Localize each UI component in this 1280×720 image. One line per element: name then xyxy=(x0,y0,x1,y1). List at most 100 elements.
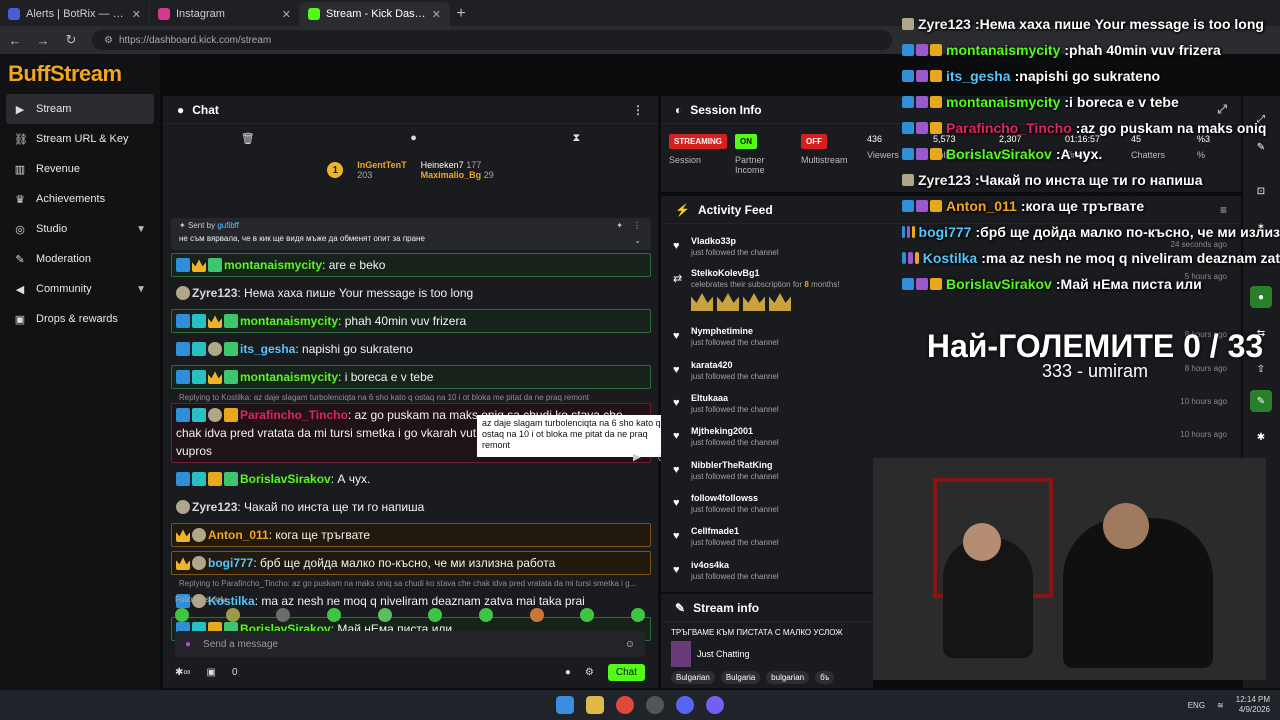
new-tab-button[interactable]: + xyxy=(450,2,472,26)
status-badge[interactable]: ON xyxy=(735,134,757,149)
sidebar-item-community[interactable]: ◀ Community ▼ xyxy=(0,274,160,304)
wrench-action-icon[interactable]: ✎ xyxy=(1250,390,1272,412)
sidebar-item-revenue[interactable]: ▥ Revenue xyxy=(0,154,160,184)
close-tab-icon[interactable]: ✕ xyxy=(132,8,141,21)
file-explorer-icon[interactable] xyxy=(586,696,604,714)
close-tab-icon[interactable]: ✕ xyxy=(432,8,441,21)
user-badge-icon xyxy=(192,556,206,570)
emote-icon[interactable] xyxy=(175,608,189,622)
reload-icon[interactable]: ↻ xyxy=(64,32,78,48)
language-indicator[interactable]: ENG xyxy=(1188,701,1205,710)
back-icon[interactable]: ← xyxy=(8,33,22,48)
hourglass-icon[interactable]: ⧗ xyxy=(572,132,580,145)
sidebar-item-drops-rewards[interactable]: ▣ Drops & rewards xyxy=(0,304,160,334)
browser-tab-botrix[interactable]: Alerts | BotRix — Cloud Stream ✕ xyxy=(0,2,150,26)
leader-name[interactable]: Maximalio_Bg xyxy=(421,170,482,180)
site-info-icon[interactable]: ⚙ xyxy=(104,35,113,46)
sidebar-item-studio[interactable]: ◎ Studio ▼ xyxy=(0,214,160,244)
chat-message[interactable]: Anton_011: кога ще тръгвате xyxy=(171,523,651,547)
activity-months: 8 xyxy=(804,280,809,289)
activity-item[interactable]: ♥ Eltukaaa just followed the channel 10 hou… xyxy=(671,393,1231,414)
viber-icon[interactable] xyxy=(706,696,724,714)
leader-name[interactable]: Heineken7 xyxy=(421,160,464,170)
user-badge-icon xyxy=(902,278,914,290)
chat-send-input[interactable]: ● Send a message ☺ xyxy=(175,631,645,657)
emote-icon[interactable] xyxy=(580,608,595,622)
status-badge[interactable]: STREAMING xyxy=(669,134,727,149)
gear-icon[interactable]: ⚙ xyxy=(585,667,594,678)
emote-icon[interactable] xyxy=(630,608,645,622)
chat-message[interactable]: Zyre123: Нема хаха пише Your message is … xyxy=(171,281,651,305)
activity-item[interactable]: ♥ Mjtheking2001 just followed the channel 1… xyxy=(671,426,1231,447)
emote-icon[interactable] xyxy=(529,608,544,622)
chat-send-button[interactable]: Chat xyxy=(607,663,645,681)
chat-message[interactable]: montanaismycity: are e beko xyxy=(171,253,651,277)
expand-chevron-icon[interactable]: ⌄ xyxy=(634,236,641,245)
browser-tab-kick[interactable]: Stream - Kick Dashboard ✕ xyxy=(300,2,450,26)
chat-username[interactable]: BorislavSirakov xyxy=(240,472,331,486)
stream-title[interactable]: ТРЪГВАМЕ КЪМ ПИСТАТА С МАЛКО УСЛОЖ xyxy=(661,622,873,637)
emoji-icon[interactable]: ☺ xyxy=(625,639,635,650)
chat-username[interactable]: Zyre123 xyxy=(192,286,237,300)
chat-text: Чакай по инста ще ти го напиша xyxy=(244,500,425,514)
chat-message[interactable]: montanaismycity: i boreca e v tebe xyxy=(171,365,651,389)
chat-username[interactable]: Anton_011 xyxy=(208,528,269,542)
emote-icon[interactable] xyxy=(428,608,443,622)
chat-username[interactable]: bogi777 xyxy=(208,556,253,570)
stream-tag[interactable]: бъ xyxy=(815,671,835,684)
obs-icon[interactable] xyxy=(646,696,664,714)
more-options-icon[interactable]: ⋮ xyxy=(632,103,644,117)
sidebar-item-moderation[interactable]: ✎ Moderation xyxy=(0,244,160,274)
emote-icon[interactable] xyxy=(377,608,392,622)
activity-username[interactable]: Eltukaaa xyxy=(671,393,1231,403)
pinned-more-icon[interactable]: ⋮ xyxy=(633,221,641,230)
forward-icon[interactable]: → xyxy=(36,33,50,48)
chat-message[interactable]: bogi777: брб ще дойда малко по-късно, че… xyxy=(171,551,651,575)
leader-name[interactable]: InGentTenT xyxy=(357,160,406,170)
stream-tag[interactable]: Bulgaria xyxy=(720,671,761,684)
chat-message[interactable]: BorislavSirakov: А чух. xyxy=(171,467,651,491)
stream-category[interactable]: Just Chatting xyxy=(661,637,873,671)
browser-tab-instagram[interactable]: Instagram ✕ xyxy=(150,2,300,26)
sidebar-item-stream-url-key[interactable]: ⛓ Stream URL & Key xyxy=(0,124,160,154)
close-tab-icon[interactable]: ✕ xyxy=(282,8,291,21)
activity-username[interactable]: Mjtheking2001 xyxy=(671,426,1231,436)
clock[interactable]: 12:14 PM 4/9/2026 xyxy=(1236,695,1270,715)
stream-tag[interactable]: bulgarian xyxy=(766,671,810,684)
chat-username[interactable]: Zyre123 xyxy=(192,500,237,514)
infinity-icon[interactable]: ✱∞ xyxy=(175,667,191,678)
ticket-icon[interactable]: ▣ xyxy=(207,667,216,678)
chat-username[interactable]: Parafincho_Tincho xyxy=(240,408,348,422)
chat-message[interactable]: montanaismycity: phah 40min vuv frizera xyxy=(171,309,651,333)
microphone-icon[interactable]: ● xyxy=(185,639,191,650)
chat-settings-icon[interactable]: ● xyxy=(565,667,571,678)
chrome-icon[interactable] xyxy=(616,696,634,714)
sidebar-item-stream[interactable]: ▶ Stream xyxy=(6,94,154,124)
windows-start-icon[interactable] xyxy=(556,696,574,714)
emote-icon[interactable] xyxy=(326,608,341,622)
trash-icon[interactable]: 🗑 xyxy=(241,132,255,145)
chat-username[interactable]: montanaismycity xyxy=(240,370,338,384)
status-badge[interactable]: OFF xyxy=(801,134,827,149)
unpin-icon[interactable]: ✦ xyxy=(616,221,623,230)
settings-action-icon[interactable]: ✱ xyxy=(1250,426,1272,448)
chat-message[interactable]: its_gesha: napishi go sukrateno xyxy=(171,337,651,361)
sidebar-item-label: Moderation xyxy=(36,253,92,265)
chat-username[interactable]: montanaismycity xyxy=(224,258,322,272)
pinned-sender[interactable]: gufibff xyxy=(217,221,239,230)
emote-icon[interactable] xyxy=(225,608,240,622)
chat-username[interactable]: montanaismycity xyxy=(240,314,338,328)
chat-mode-icon[interactable]: ● xyxy=(410,132,417,144)
wifi-icon[interactable]: ≋ xyxy=(1217,701,1224,710)
stream-tag[interactable]: Bulgarian xyxy=(671,671,715,684)
reply-icon[interactable]: ▶ xyxy=(633,452,641,468)
windows-taskbar: ENG ≋ 12:14 PM 4/9/2026 xyxy=(0,690,1280,720)
url-field[interactable]: ⚙ https://dashboard.kick.com/stream xyxy=(92,30,892,50)
discord-icon[interactable] xyxy=(676,696,694,714)
chat-username[interactable]: its_gesha xyxy=(240,342,295,356)
chat-message[interactable]: Zyre123: Чакай по инста ще ти го напиша xyxy=(171,495,651,519)
overlay-username: its_gesha xyxy=(946,68,1011,84)
emote-icon[interactable] xyxy=(478,608,493,622)
sidebar-item-achievements[interactable]: ♛ Achievements xyxy=(0,184,160,214)
emote-icon[interactable] xyxy=(276,608,291,622)
